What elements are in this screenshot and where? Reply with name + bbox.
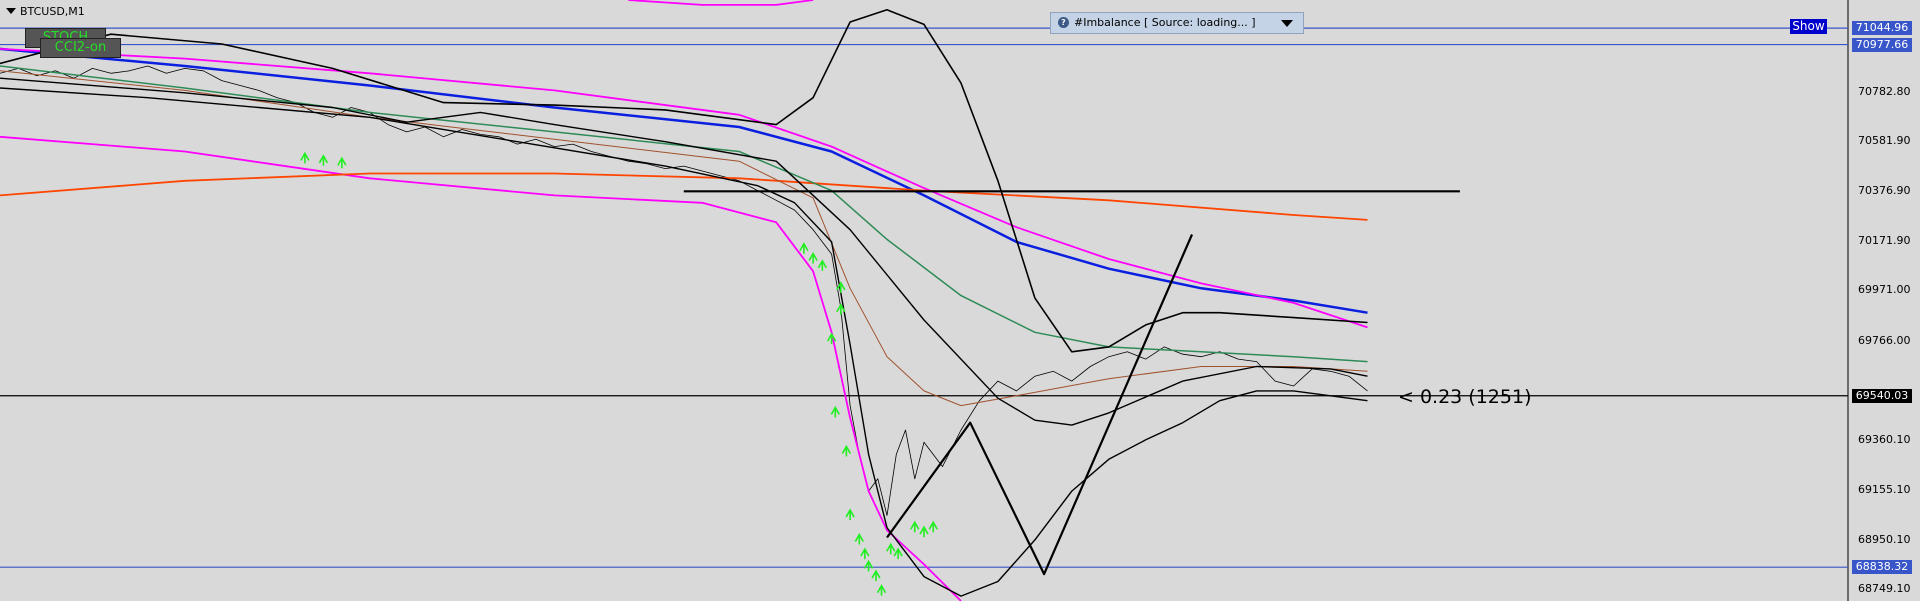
- chart-area: BTCUSD,M1 STOCH CCI2-on ? #Imbalance [ S…: [0, 0, 1920, 601]
- bar-info-label: < 0.23 (1251): [1398, 386, 1532, 408]
- imbalance-title: #Imbalance [ Source: loading... ]: [1074, 16, 1256, 29]
- price-tag: 70977.66: [1852, 37, 1912, 52]
- price-tick-label: 68950.10: [1858, 532, 1911, 546]
- price-tag: 69540.03: [1852, 388, 1912, 403]
- symbol-label: BTCUSD,M1: [20, 5, 85, 18]
- price-tick-label: 70171.90: [1858, 234, 1911, 248]
- price-tick-label: 68749.10: [1858, 582, 1911, 595]
- price-tick-label: 69155.10: [1858, 482, 1911, 496]
- price-tick-label: 69971.00: [1858, 283, 1911, 297]
- price-tick-label: 69766.00: [1858, 333, 1911, 347]
- imbalance-dropdown[interactable]: ? #Imbalance [ Source: loading... ]: [1050, 12, 1304, 34]
- price-tick-label: 70782.80: [1858, 85, 1911, 99]
- plot-background: [0, 0, 1848, 601]
- price-tick-label: 70581.90: [1858, 134, 1911, 148]
- chevron-down-icon[interactable]: [1281, 20, 1293, 27]
- price-tick-label: 70376.90: [1858, 184, 1911, 198]
- price-tag: 71044.96: [1852, 21, 1912, 36]
- symbol-menu-icon[interactable]: [6, 8, 16, 14]
- price-chart: [0, 0, 1920, 601]
- cci-button[interactable]: CCI2-on: [40, 38, 121, 58]
- price-tick-label: 69360.10: [1858, 432, 1911, 446]
- info-icon: ?: [1058, 17, 1069, 28]
- price-tag: 68838.32: [1852, 560, 1912, 575]
- show-button[interactable]: Show: [1790, 19, 1827, 34]
